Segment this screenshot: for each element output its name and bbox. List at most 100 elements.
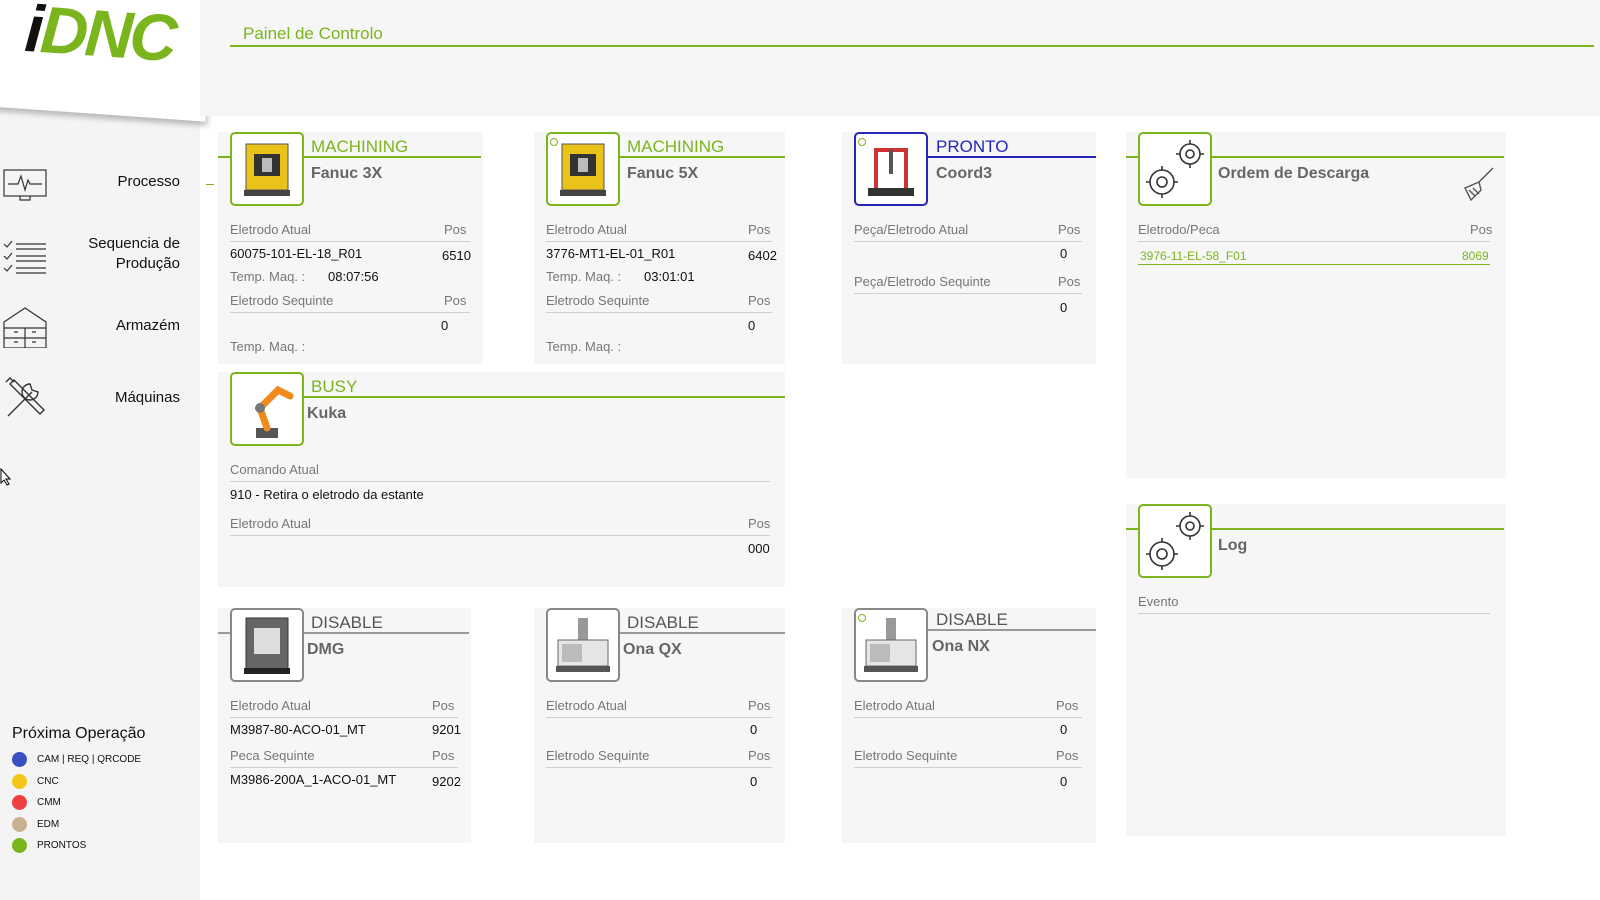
legend-label: CAM | REQ | QRCODE xyxy=(37,754,142,766)
current-label: Eletrodo Atual xyxy=(546,698,627,713)
gears-icon xyxy=(1138,132,1212,206)
machine-name: DMG xyxy=(307,641,345,658)
legend: Próxima Operação CAM | REQ | QRCODE CNC … xyxy=(12,725,145,857)
status-label: DISABLE xyxy=(311,613,383,632)
machine-card-fanuc5x[interactable]: MACHINING Fanuc 5X Eletrodo Atual Pos 37… xyxy=(534,132,785,364)
machine-card-coord3[interactable]: PRONTO Coord3 Peça/Eletrodo Atual Pos 0 … xyxy=(842,132,1096,364)
sidebar-item-label: Processo xyxy=(117,173,180,190)
legend-item: CAM | REQ | QRCODE xyxy=(12,749,145,771)
next-label: Peça/Eletrodo Sequinte xyxy=(854,274,991,289)
broom-icon[interactable] xyxy=(1459,166,1499,202)
next-pos-label: Pos xyxy=(444,293,467,308)
next-value: M3986-200A_1-ACO-01_MT xyxy=(230,772,397,787)
edm-machine-icon xyxy=(230,608,304,682)
current-pos: 6402 xyxy=(748,248,777,263)
legend-label: CNC xyxy=(37,775,59,787)
unload-row-pos[interactable]: 8069 xyxy=(1462,249,1489,263)
current-pos: 0 xyxy=(1060,246,1068,261)
next-pos-label: Pos xyxy=(432,748,455,763)
separator xyxy=(230,535,770,536)
machine-name: Fanuc 3X xyxy=(311,165,383,182)
sidebar-item-processo[interactable]: Processo xyxy=(0,150,200,214)
temp-value: 08:07:56 xyxy=(328,269,379,284)
legend-dot-tan xyxy=(12,816,27,832)
legend-item: EDM xyxy=(12,814,145,836)
header-divider xyxy=(230,45,1594,47)
legend-dot-red xyxy=(12,795,27,811)
logo: iDNC xyxy=(0,0,215,122)
status-label: DISABLE xyxy=(936,610,1008,629)
unload-order-card[interactable]: Ordem de Descarga Eletrodo/Peca Pos 3976… xyxy=(1126,132,1506,478)
status-label: PRONTO xyxy=(936,137,1009,156)
indicator-dot xyxy=(858,614,866,622)
sidebar-item-label: Armazém xyxy=(115,317,180,334)
temp-label: Temp. Maq. : xyxy=(230,269,306,284)
sidebar-item-sequencia[interactable]: Sequencia de Produção xyxy=(0,222,200,286)
separator xyxy=(1138,241,1490,242)
next-pos-label: Pos xyxy=(748,293,771,308)
sidebar: iDNC Processo Sequencia de Produção Arma… xyxy=(0,0,215,900)
unload-row-value[interactable]: 3976-11-EL-58_F01 xyxy=(1140,249,1247,263)
current-label: Eletrodo Atual xyxy=(230,516,311,531)
machine-name: Kuka xyxy=(307,405,347,422)
legend-dot-yellow xyxy=(12,773,27,789)
machine-card-onaqx[interactable]: DISABLE Ona QX Eletrodo Atual Pos 0 Elet… xyxy=(534,608,785,843)
current-value: 60075-101-EL-18_R01 xyxy=(230,246,363,261)
card-title: Ordem de Descarga xyxy=(1218,165,1370,182)
pos-label: Pos xyxy=(1470,222,1493,237)
separator xyxy=(230,312,470,313)
legend-label: EDM xyxy=(37,818,60,830)
next-pos-label: Pos xyxy=(748,748,771,763)
header: Painel de Controlo xyxy=(200,0,1600,116)
status-label: MACHINING xyxy=(627,137,725,156)
card-title: Log xyxy=(1218,537,1248,554)
next-label: Eletrodo Sequinte xyxy=(546,293,650,308)
status-label: MACHINING xyxy=(311,137,409,156)
legend-dot-green xyxy=(12,838,27,854)
legend-item: PRONTOS xyxy=(12,835,145,857)
page-title: Painel de Controlo xyxy=(243,24,383,43)
machine-card-fanuc3x[interactable]: MACHINING Fanuc 3X Eletrodo Atual Pos 60… xyxy=(218,132,483,364)
temp2-label: Temp. Maq. : xyxy=(230,339,306,354)
separator xyxy=(230,717,458,718)
separator xyxy=(854,717,1082,718)
temp-value: 03:01:01 xyxy=(644,269,695,284)
machine-name: Coord3 xyxy=(936,165,992,182)
machine-name: Ona NX xyxy=(932,638,990,655)
sidebar-item-armazem[interactable]: Armazém xyxy=(0,294,200,358)
legend-label: CMM xyxy=(37,797,61,809)
gears-icon xyxy=(1138,504,1212,578)
machine-name: Ona QX xyxy=(623,641,682,658)
current-pos: 9201 xyxy=(432,722,461,737)
next-label: Eletrodo Sequinte xyxy=(854,748,958,763)
temp2-label: Temp. Maq. : xyxy=(546,339,622,354)
legend-item: CMM xyxy=(12,792,145,814)
robot-card-kuka[interactable]: BUSY Kuka Comando Atual 910 - Retira o e… xyxy=(218,372,785,587)
separator xyxy=(230,481,770,482)
machine-card-dmg[interactable]: DISABLE DMG Eletrodo Atual Pos M3987-80-… xyxy=(218,608,471,843)
separator xyxy=(854,241,1082,242)
legend-title: Próxima Operação xyxy=(12,725,146,742)
pos-label: Pos xyxy=(748,516,771,531)
pos-label: Pos xyxy=(444,222,467,237)
machine-name: Fanuc 5X xyxy=(627,165,699,182)
sidebar-item-maquinas[interactable]: Máquinas xyxy=(0,366,200,430)
pos-label: Pos xyxy=(432,698,455,713)
current-pos: 6510 xyxy=(442,248,471,263)
current-label: Peça/Eletrodo Atual xyxy=(854,222,969,237)
log-card[interactable]: Log Evento xyxy=(1126,504,1506,836)
legend-label: PRONTOS xyxy=(37,840,87,852)
logo-text: iDNC xyxy=(23,0,177,77)
robot-arm-icon xyxy=(230,372,304,446)
logo-dnc: DNC xyxy=(38,0,177,76)
legend-dot-blue xyxy=(12,752,27,768)
current-label: Eletrodo Atual xyxy=(546,222,627,237)
column-label: Eletrodo/Peca xyxy=(1138,222,1220,237)
machine-card-onanx[interactable]: DISABLE Ona NX Eletrodo Atual Pos 0 Elet… xyxy=(842,608,1096,843)
temp-label: Temp. Maq. : xyxy=(546,269,622,284)
next-pos: 0 xyxy=(1060,300,1068,315)
current-value: 3776-MT1-EL-01_R01 xyxy=(546,246,676,261)
separator xyxy=(1138,613,1490,614)
current-pos: 000 xyxy=(748,541,770,556)
next-label: Peca Sequinte xyxy=(230,748,315,763)
